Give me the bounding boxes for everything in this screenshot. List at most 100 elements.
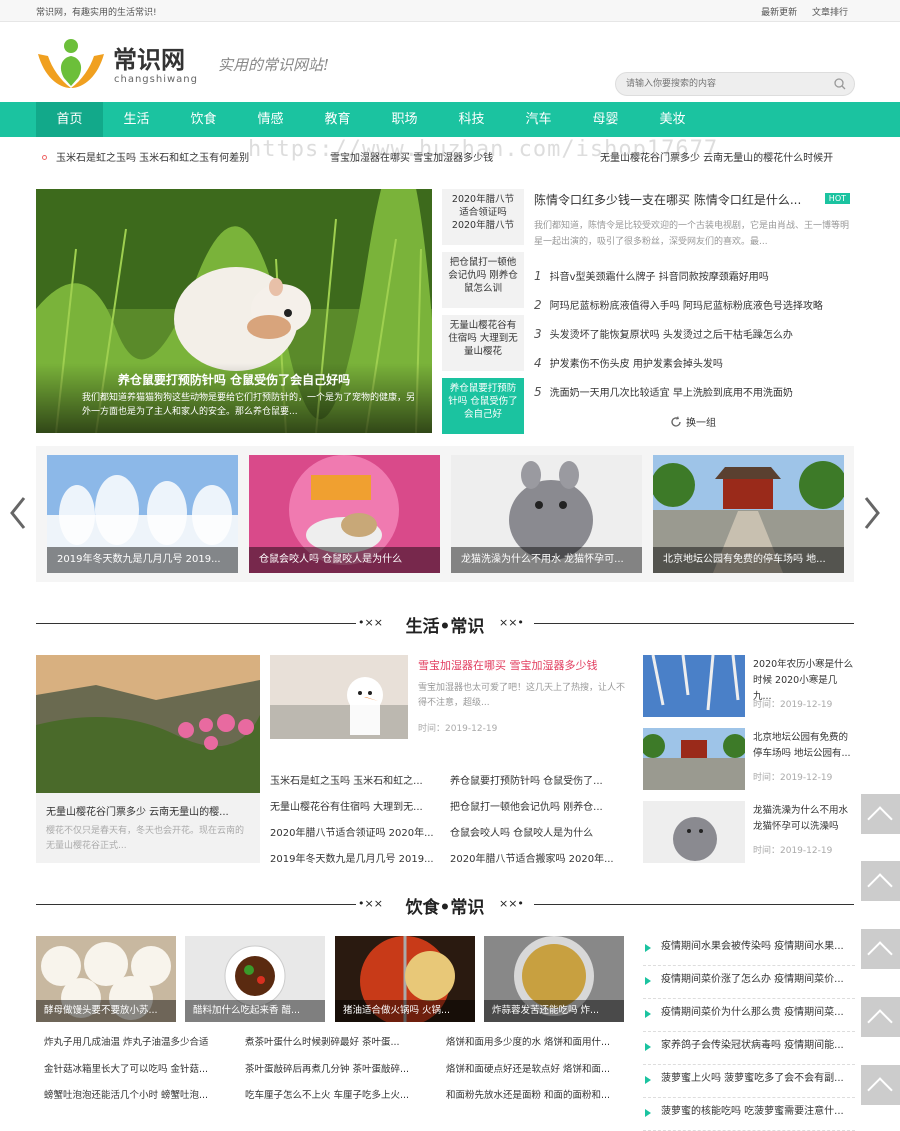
side-list-item[interactable]: 疫情期间水果会被传染吗 疫情期间水果... (643, 933, 855, 966)
nav-item-beauty[interactable]: 美妆 (639, 102, 706, 137)
back-to-top-button[interactable] (861, 1065, 900, 1105)
nav-item-life[interactable]: 生活 (103, 102, 170, 137)
news-ticker: 玉米石是虹之玉吗 玉米石和虹之玉有何差别 雪宝加湿器在哪买 雪宝加湿器多少钱 无… (0, 137, 900, 177)
list-item[interactable]: 仓鼠会咬人吗 仓鼠咬人是为什么 (450, 824, 620, 839)
latest-updates-link[interactable]: 最新更新 (761, 8, 797, 18)
hot-list-item[interactable]: 2 阿玛尼蓝标粉底液值得入手吗 阿玛尼蓝标粉底液色号选择攻略 (534, 291, 854, 320)
list-item[interactable]: 烙饼和面用多少度的水 烙饼和面用什... (446, 1034, 628, 1048)
list-item[interactable]: 煮茶叶蛋什么时候剥碎最好 茶叶蛋... (245, 1034, 427, 1048)
logo-pinyin: changshiwang (114, 74, 198, 85)
ticker-item[interactable]: 无量山樱花谷门票多少 云南无量山的樱花什么时候开 (600, 149, 833, 164)
list-item[interactable]: 螃蟹吐泡泡还能活几个小时 螃蟹吐泡... (44, 1087, 226, 1101)
search-input[interactable] (616, 73, 816, 95)
logo-text: 常识网 (113, 45, 185, 74)
list-item[interactable]: 金针菇冰箱里长大了可以吃吗 金针菇... (44, 1061, 226, 1075)
float-up-button[interactable] (861, 861, 900, 901)
section-title-food: •×× ××• 饮食•常识 (36, 889, 854, 919)
hot-list-item[interactable]: 4 护发素伤不伤头皮 用护发素会掉头发吗 (534, 349, 854, 378)
food-image-card[interactable]: 炸蒜蓉发苦还能吃吗 炸... (484, 936, 624, 1022)
list-item[interactable]: 和面粉先放水还是面粉 和面的面粉和... (446, 1087, 628, 1101)
ticker-item[interactable]: 雪宝加湿器在哪买 雪宝加湿器多少钱 (330, 149, 493, 164)
life-feature-date: 时间：2019-12-19 (418, 724, 498, 734)
life-feature: 雪宝加湿器在哪买 雪宝加湿器多少钱 雪宝加湿器也太可爱了吧！这几天上了热搜，让人… (270, 655, 630, 745)
side-item[interactable]: 北京地坛公园有免费的停车场吗 地坛公园有... 时间：2019-12-19 (643, 728, 855, 790)
hero-thumb[interactable]: 把仓鼠打一顿他会记仇吗 刚养仓鼠怎么训 (442, 252, 524, 308)
life-main-card[interactable]: 无量山樱花谷门票多少 云南无量山的樱... 樱花不仅只是春天有，冬天也会开花。现… (36, 655, 260, 863)
side-list-item[interactable]: 疫情期间菜价为什么那么贵 疫情期间菜... (643, 999, 855, 1032)
main-nav: 首页 生活 饮食 情感 教育 职场 科技 汽车 母婴 美妆 (0, 102, 900, 137)
hot-panel: 陈情令口红多少钱一支在哪买 陈情令口红是什么... HOT 我们都知道，陈情令是… (534, 191, 854, 407)
list-item[interactable]: 烙饼和面硬点好还是软点好 烙饼和面... (446, 1061, 628, 1075)
side-list-item[interactable]: 菠萝蜜的核能吃吗 吃菠萝蜜需要注意什... (643, 1098, 855, 1131)
refresh-button[interactable]: 换一组 (670, 414, 716, 429)
carousel-item[interactable]: 龙猫洗澡为什么不用水 龙猫怀孕可... (451, 455, 642, 573)
chinchilla-image (643, 801, 745, 863)
search-icon[interactable] (834, 78, 846, 90)
list-item[interactable]: 炸丸子用几成油温 炸丸子油温多少合适 (44, 1034, 226, 1048)
nav-item-career[interactable]: 职场 (371, 102, 438, 137)
list-item[interactable]: 吃车厘子怎么不上火 车厘子吃多上火... (245, 1087, 427, 1101)
float-up-button[interactable] (861, 794, 900, 834)
section-title-life: •×× ××• 生活•常识 (36, 608, 854, 638)
nav-item-auto[interactable]: 汽车 (505, 102, 572, 137)
carousel-next-icon[interactable] (862, 495, 882, 531)
hero-desc: 我们都知道养猫猫狗狗这些动物是要给它们打预防针的，一个是为了宠物的健康，另外一方… (82, 393, 416, 417)
life-side-list: 2020年农历小寒是什么时候 2020小寒是几九... 时间：2019-12-1… (643, 655, 855, 874)
ticker-item[interactable]: 玉米石是虹之玉吗 玉米石和虹之玉有何差别 (56, 149, 249, 164)
hero-thumb-active[interactable]: 养仓鼠要打预防针吗 仓鼠受伤了会自己好 (442, 378, 524, 434)
carousel-item[interactable]: 北京地坛公园有免费的停车场吗 地... (653, 455, 844, 573)
side-list-item[interactable]: 家养鸽子会传染冠状病毒吗 疫情期间能... (643, 1032, 855, 1065)
list-item[interactable]: 养仓鼠要打预防针吗 仓鼠受伤了... (450, 772, 620, 787)
ticker-dot-icon (42, 155, 47, 160)
side-list-item[interactable]: 疫情期间菜价涨了怎么办 疫情期间菜价... (643, 966, 855, 999)
nav-item-education[interactable]: 教育 (304, 102, 371, 137)
side-list-item[interactable]: 菠萝蜜上火吗 菠萝蜜吃多了会不会有副... (643, 1065, 855, 1098)
mountain-sunset-image (36, 655, 260, 793)
list-item[interactable]: 茶叶蛋敲碎后再煮几分钟 茶叶蛋敲碎... (245, 1061, 427, 1075)
food-image-card[interactable]: 醋料加什么吃起来香 醋... (185, 936, 325, 1022)
hero-slide[interactable]: 养仓鼠要打预防针吗 仓鼠受伤了会自己好吗 我们都知道养猫猫狗狗这些动物是要给它们… (36, 189, 432, 433)
hot-list-item[interactable]: 1 抖音v型美颈霜什么牌子 抖音同款按摩颈霜好用吗 (534, 262, 854, 291)
nav-item-home[interactable]: 首页 (36, 102, 103, 137)
hero-thumb-list: 2020年腊八节适合领证吗 2020年腊八节 把仓鼠打一顿他会记仇吗 刚养仓鼠怎… (442, 189, 524, 441)
life-feature-title[interactable]: 雪宝加湿器在哪买 雪宝加湿器多少钱 (418, 657, 598, 673)
winter-branches-image (643, 655, 745, 717)
list-item[interactable]: 把仓鼠打一顿他会记仇吗 刚养仓... (450, 798, 620, 813)
header: 常识网 changshiwang 实用的常识网站! (0, 22, 900, 102)
nav-item-tech[interactable]: 科技 (438, 102, 505, 137)
list-item[interactable]: 2020年腊八节适合领证吗 2020年... (270, 824, 440, 839)
section-title-text: 生活•常识 (405, 617, 485, 637)
carousel-prev-icon[interactable] (8, 495, 28, 531)
carousel-item[interactable]: 仓鼠会咬人吗 仓鼠咬人是为什么 (249, 455, 440, 573)
food-side-list: 疫情期间水果会被传染吗 疫情期间水果... 疫情期间菜价涨了怎么办 疫情期间菜价… (643, 933, 855, 1131)
float-up-button[interactable] (861, 997, 900, 1037)
nav-item-emotion[interactable]: 情感 (237, 102, 304, 137)
food-image-card[interactable]: 猪油适合做火锅吗 火锅... (335, 936, 475, 1022)
carousel-item[interactable]: 2019年冬天数九是几月几号 2019... (47, 455, 238, 573)
side-item[interactable]: 龙猫洗澡为什么不用水 龙猫怀孕可以洗澡吗 时间：2019-12-19 (643, 801, 855, 863)
refresh-icon (671, 416, 681, 427)
list-item[interactable]: 玉米石是虹之玉吗 玉米石和虹之... (270, 772, 440, 787)
logo-icon[interactable] (36, 36, 106, 92)
slogan: 实用的常识网站! (218, 56, 330, 74)
food-image-card[interactable]: 酵母做馒头要不要放小苏... (36, 936, 176, 1022)
site-tagline: 常识网，有趣实用的生活常识! (36, 8, 157, 18)
hero-thumb[interactable]: 2020年腊八节适合领证吗 2020年腊八节 (442, 189, 524, 245)
hero-thumb[interactable]: 无量山樱花谷有住宿吗 大理到无量山樱花 (442, 315, 524, 371)
hot-title[interactable]: 陈情令口红多少钱一支在哪买 陈情令口红是什么... (534, 191, 854, 208)
life-main-title[interactable]: 无量山樱花谷门票多少 云南无量山的樱... (36, 793, 260, 818)
hot-list-item[interactable]: 5 洗面奶一天用几次比较适宜 早上洗脸到底用不用洗面奶 (534, 378, 854, 407)
humidifier-image[interactable] (270, 655, 408, 739)
list-item[interactable]: 无量山樱花谷有住宿吗 大理到无... (270, 798, 440, 813)
list-item[interactable]: 2019年冬天数九是几月几号 2019... (270, 850, 440, 865)
list-item[interactable]: 2020年腊八节适合搬家吗 2020年... (450, 850, 620, 865)
temple-park-image (643, 728, 745, 790)
side-item[interactable]: 2020年农历小寒是什么时候 2020小寒是几九... 时间：2019-12-1… (643, 655, 855, 717)
hero-title[interactable]: 养仓鼠要打预防针吗 仓鼠受伤了会自己好吗 (36, 371, 432, 388)
article-ranking-link[interactable]: 文章排行 (812, 8, 848, 18)
life-feature-desc: 雪宝加湿器也太可爱了吧！这几天上了热搜，让人不得不注意，超级... (418, 683, 626, 708)
hot-list-item[interactable]: 3 头发烫坏了能恢复原状吗 头发烫过之后干枯毛躁怎么办 (534, 320, 854, 349)
float-up-button[interactable] (861, 929, 900, 969)
nav-item-baby[interactable]: 母婴 (572, 102, 639, 137)
nav-item-food[interactable]: 饮食 (170, 102, 237, 137)
